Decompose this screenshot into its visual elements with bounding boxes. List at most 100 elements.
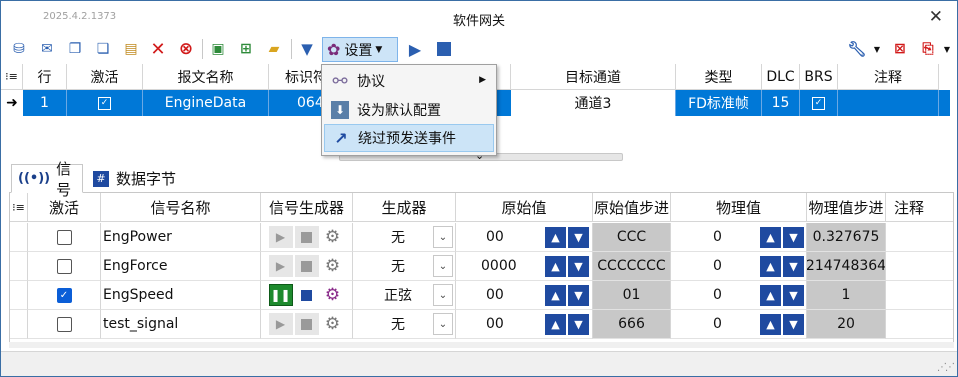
col-header[interactable]: 物理值步进 <box>807 193 886 222</box>
pause-icon[interactable]: ❚❚ <box>268 284 293 306</box>
active-checkbox[interactable] <box>28 252 101 281</box>
dlc-value[interactable]: 15 <box>762 90 800 116</box>
col-header[interactable]: BRS <box>800 64 838 90</box>
arrow-up-icon[interactable]: ▲ <box>545 226 566 248</box>
copy-special-icon[interactable]: ❏ <box>93 39 113 59</box>
arrow-up-icon[interactable]: ▲ <box>760 313 781 335</box>
phys-value-cell[interactable]: 0 ▲ ▼ <box>671 310 807 339</box>
table-row[interactable]: EngForce ▶ ⚙ 无 ⌄ 0000 ▲ ▼ CCCCCCC 0 ▲ ▼ … <box>10 252 953 281</box>
generator-select[interactable]: 无 ⌄ <box>353 252 456 281</box>
arrow-up-icon[interactable]: ▲ <box>545 313 566 335</box>
stop-icon[interactable] <box>294 255 319 277</box>
delete-circle-icon[interactable]: ⊗ <box>176 39 196 59</box>
arrow-up-icon[interactable]: ▲ <box>760 255 781 277</box>
gear-icon[interactable]: ⚙ <box>321 284 345 306</box>
col-header[interactable]: 原始值 <box>456 193 593 222</box>
phys-value-cell[interactable]: 0 ▲ ▼ <box>671 252 807 281</box>
arrow-down-icon[interactable]: ▼ <box>568 313 589 335</box>
raw-value-cell[interactable]: 0000 ▲ ▼ <box>456 252 593 281</box>
raw-step[interactable]: 01 <box>593 281 671 310</box>
active-checkbox[interactable]: ✓ <box>28 281 101 310</box>
arrow-down-icon[interactable]: ▼ <box>568 255 589 277</box>
col-header[interactable]: 信号名称 <box>101 193 261 222</box>
generator-select[interactable]: 无 ⌄ <box>353 223 456 252</box>
col-header[interactable]: DLC <box>762 64 800 90</box>
active-checkbox[interactable] <box>28 310 101 339</box>
menu-item-bypass-presend[interactable]: ↗ 绕过预发送事件 <box>324 124 494 152</box>
clear-icon[interactable]: ⊠ <box>890 39 910 59</box>
close-icon[interactable]: ✕ <box>929 7 943 27</box>
col-header[interactable]: 激活 <box>67 64 143 90</box>
arrow-down-icon[interactable]: ▼ <box>568 226 589 248</box>
table-row[interactable]: EngPower ▶ ⚙ 无 ⌄ 00 ▲ ▼ CCC 0 ▲ ▼ 0.3276… <box>10 223 953 252</box>
raw-step[interactable]: CCCCCCC <box>593 252 671 281</box>
arrow-down-icon[interactable]: ▼ <box>783 313 804 335</box>
col-header[interactable]: 注释 <box>886 193 953 222</box>
col-header[interactable]: 信号生成器 <box>261 193 353 222</box>
wrench-icon[interactable]: 🔧︎ <box>847 39 867 59</box>
arrow-up-icon[interactable]: ▲ <box>545 284 566 306</box>
generator-select[interactable]: 正弦 ⌄ <box>353 281 456 310</box>
database-add-icon[interactable]: ⛁ <box>9 39 29 59</box>
play-icon[interactable]: ▶ <box>268 313 293 335</box>
filter-icon[interactable]: ▼ <box>297 39 317 59</box>
col-header[interactable]: 原始值步进 <box>593 193 671 222</box>
generator-select[interactable]: 无 ⌄ <box>353 310 456 339</box>
phys-step[interactable]: 214748364 <box>807 252 886 281</box>
mail-add-icon[interactable]: ✉ <box>37 39 57 59</box>
row-menu-icon[interactable]: ⁝≡ <box>1 64 23 90</box>
phys-value-cell[interactable]: 0 ▲ ▼ <box>671 223 807 252</box>
copy-icon[interactable]: ❐ <box>65 39 85 59</box>
frame-type[interactable]: FD标准帧 <box>676 90 762 116</box>
col-header[interactable]: 生成器 <box>353 193 456 222</box>
active-checkbox[interactable]: ✓ <box>67 90 143 116</box>
settings-dropdown-button[interactable]: ✿ 设置 ▼ <box>322 37 398 62</box>
active-checkbox[interactable] <box>28 223 101 252</box>
comment-cell[interactable] <box>886 281 953 310</box>
raw-step[interactable]: CCC <box>593 223 671 252</box>
arrow-up-icon[interactable]: ▲ <box>545 255 566 277</box>
arrow-up-icon[interactable]: ▲ <box>760 284 781 306</box>
phys-value-cell[interactable]: 0 ▲ ▼ <box>671 281 807 310</box>
stop-icon[interactable] <box>295 284 319 306</box>
tab-data-bytes[interactable]: # 数据字节 <box>87 164 191 193</box>
tab-signals[interactable]: ((•)) 信号 <box>11 160 83 199</box>
phys-step[interactable]: 1 <box>807 281 886 310</box>
save-icon[interactable]: ▣ <box>208 39 228 59</box>
comment-cell[interactable] <box>886 252 953 281</box>
phys-step[interactable]: 0.327675 <box>807 223 886 252</box>
resize-grip-icon[interactable]: ⋰⋰ <box>937 362 955 373</box>
play-icon[interactable]: ▶ <box>268 255 293 277</box>
target-channel[interactable]: 通道3 <box>511 90 676 116</box>
delete-x-icon[interactable]: ✕ <box>148 39 168 60</box>
arrow-down-icon[interactable]: ▼ <box>783 255 804 277</box>
arrow-up-icon[interactable]: ▲ <box>760 226 781 248</box>
col-header[interactable]: 行 <box>23 64 67 90</box>
col-header[interactable]: 物理值 <box>671 193 807 222</box>
play-icon[interactable]: ▶ <box>268 226 293 248</box>
gear-icon[interactable]: ⚙ <box>321 313 345 335</box>
arrow-down-icon[interactable]: ▼ <box>783 226 804 248</box>
comment-cell[interactable] <box>886 310 953 339</box>
chevron-down-icon[interactable]: ▼ <box>937 39 957 59</box>
export-icon[interactable]: ⎘ <box>918 39 938 59</box>
row-menu-icon[interactable]: ⁝≡ <box>10 193 28 222</box>
gear-icon[interactable]: ⚙ <box>321 226 345 248</box>
col-header[interactable]: 目标通道 <box>511 64 676 90</box>
menu-item-set-default[interactable]: ⬇ 设为默认配置 <box>324 96 494 124</box>
chevron-down-icon[interactable]: ▼ <box>867 39 887 59</box>
stop-icon[interactable] <box>434 39 454 59</box>
chevron-down-icon[interactable]: ⌄ <box>433 255 453 277</box>
raw-value-cell[interactable]: 00 ▲ ▼ <box>456 223 593 252</box>
paste-icon[interactable]: ▤ <box>121 39 141 59</box>
col-header[interactable]: 类型 <box>676 64 762 90</box>
chevron-down-icon[interactable]: ⌄ <box>433 226 453 248</box>
horizontal-scrollbar[interactable] <box>9 342 954 348</box>
open-folder-icon[interactable]: ▰ <box>264 39 284 59</box>
stop-icon[interactable] <box>294 313 319 335</box>
comment-cell[interactable] <box>838 90 939 116</box>
brs-checkbox[interactable]: ✓ <box>800 90 838 116</box>
arrow-down-icon[interactable]: ▼ <box>568 284 589 306</box>
chevron-down-icon[interactable]: ⌄ <box>433 284 453 306</box>
comment-cell[interactable] <box>886 223 953 252</box>
